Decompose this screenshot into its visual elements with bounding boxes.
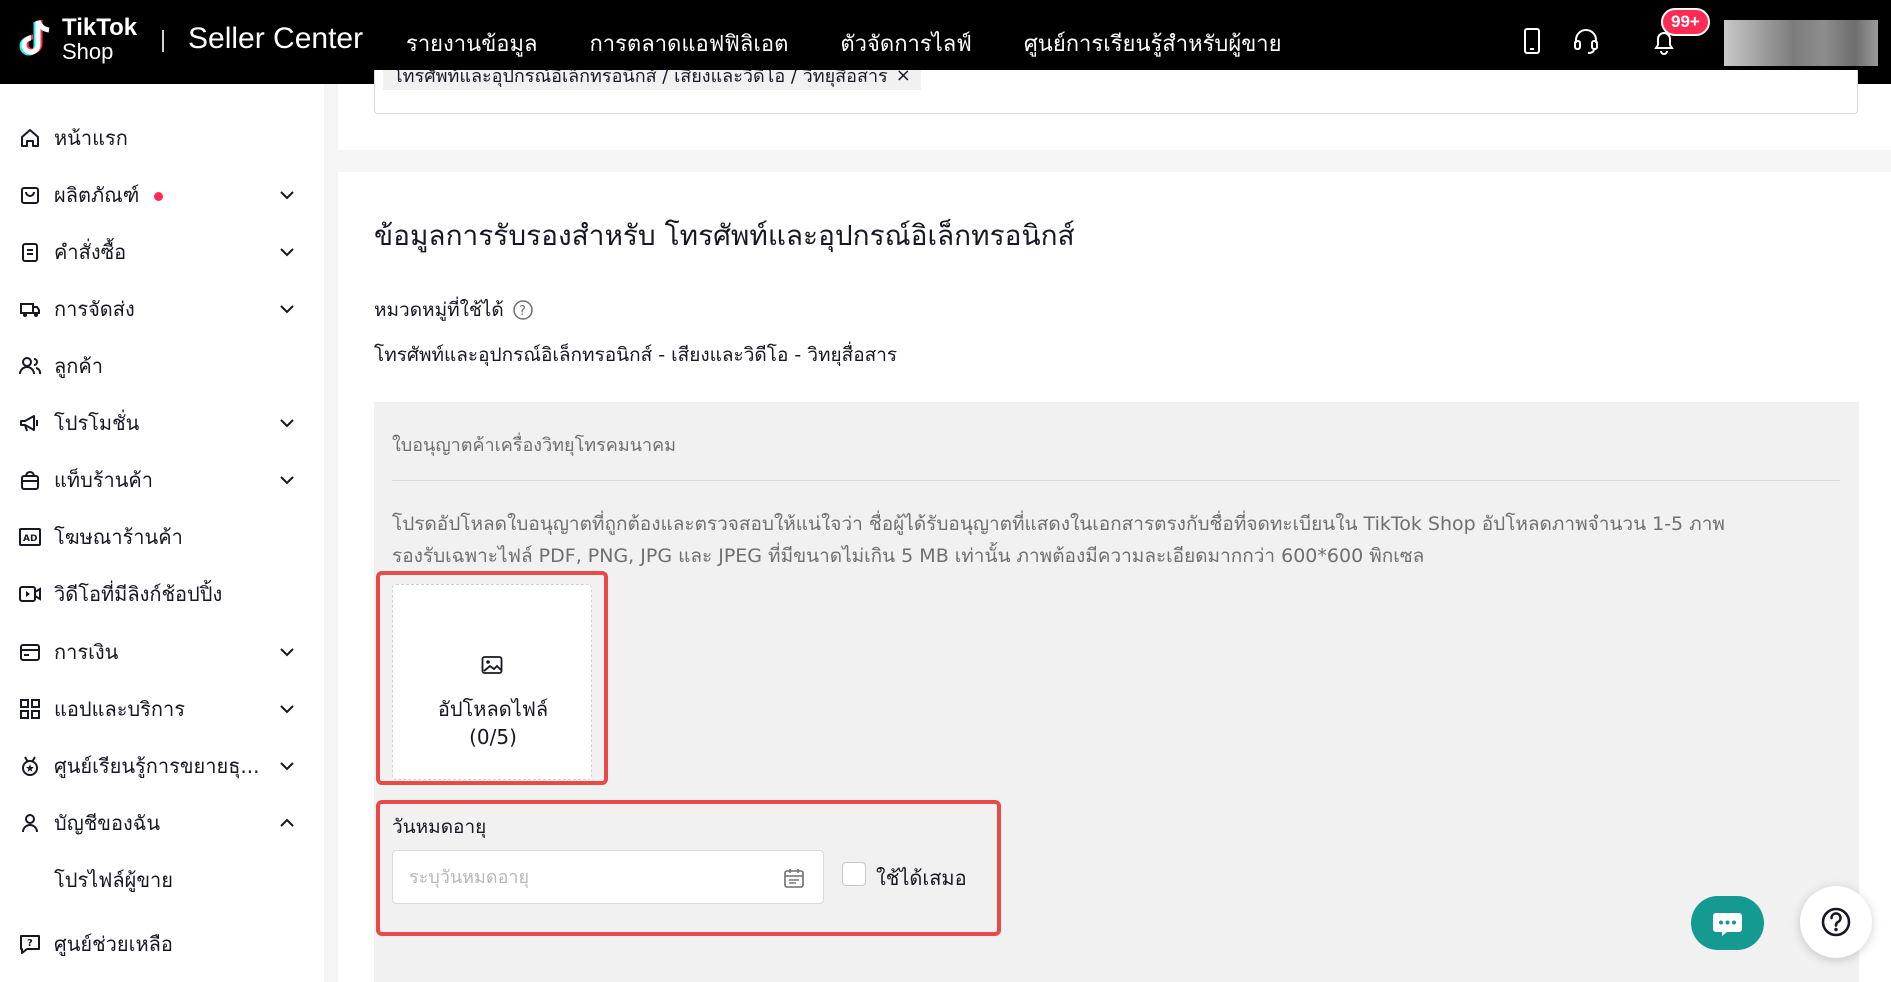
nav-data-report[interactable]: รายงานข้อมูล — [406, 26, 537, 61]
tiktok-shop-logo[interactable]: TikTok Shop — [16, 16, 137, 64]
sidebar-subitem-seller-profile[interactable]: โปรไฟล์ผู้ขาย — [0, 858, 324, 902]
sidebar-subitem-label: โปรไฟล์ผู้ขาย — [54, 868, 173, 892]
new-dot — [154, 192, 163, 201]
highlight-upload-box — [376, 571, 608, 785]
sidebar-item-label: การจัดส่ง — [54, 297, 135, 321]
chevron-down-icon — [280, 248, 294, 257]
notification-badge: 99+ — [1661, 8, 1710, 36]
sidebar-item-label: ลูกค้า — [54, 354, 103, 378]
license-description: โปรดอัปโหลดใบอนุญาตที่ถูกต้องและตรวจสอบใ… — [392, 508, 1852, 572]
section-title: ข้อมูลการรับรองสำหรับ โทรศัพท์และอุปกรณ์… — [374, 219, 1075, 252]
available-category-text: หมวดหมู่ที่ใช้ได้ — [374, 299, 504, 321]
category-tag: โทรศัพท์และอุปกรณ์อิเล็กทรอนิกส์ / เสียง… — [383, 70, 921, 90]
chevron-down-icon — [280, 191, 294, 200]
panel-divider — [392, 480, 1840, 481]
chevron-down-icon — [280, 762, 294, 771]
logo-line1: TikTok — [62, 14, 138, 41]
tiktok-logo-icon — [19, 20, 50, 56]
category-tag-label: โทรศัพท์และอุปกรณ์อิเล็กทรอนิกส์ / เสียง… — [393, 70, 888, 87]
sidebar-item-label: ผลิตภัณฑ์ — [54, 183, 140, 207]
chat-button[interactable] — [1691, 896, 1764, 950]
chevron-down-icon — [280, 705, 294, 714]
logo-line2: Shop — [62, 39, 114, 64]
account-avatar[interactable] — [1724, 20, 1878, 66]
sidebar-item-label: แอปและบริการ — [54, 697, 186, 721]
chevron-down-icon — [280, 419, 294, 428]
nav-affiliate-marketing[interactable]: การตลาดแอฟฟิลิเอต — [589, 26, 788, 61]
sidebar-item-shop-ads[interactable]: AD โฆษณาร้านค้า — [0, 515, 324, 559]
sidebar-item-my-account[interactable]: บัญชีของฉัน — [0, 801, 324, 845]
sidebar-item-growth-center[interactable]: ศูนย์เรียนรู้การขยายธุ... — [0, 744, 324, 788]
sidebar-item-label: ศูนย์ช่วยเหลือ — [54, 932, 173, 956]
video-icon — [19, 586, 41, 602]
home-icon — [21, 129, 39, 147]
available-category-value: โทรศัพท์และอุปกรณ์อิเล็กทรอนิกส์ - เสียง… — [374, 344, 898, 366]
nav-seller-university[interactable]: ศูนย์การเรียนรู้สำหรับผู้ขาย — [1024, 26, 1282, 61]
sidebar-item-label: แท็บร้านค้า — [54, 468, 154, 492]
sidebar-item-label: คำสั่งซื้อ — [54, 240, 127, 264]
user-icon — [22, 814, 38, 833]
sidebar-item-customers[interactable]: ลูกค้า — [0, 344, 324, 388]
seller-center-title: Seller Center — [188, 22, 364, 55]
sidebar-item-label: วิดีโอที่มีลิงก์ช้อปปิ้ง — [54, 582, 223, 606]
nav-live-manager[interactable]: ตัวจัดการไลฟ์ — [840, 26, 971, 61]
clipboard-icon — [22, 243, 38, 262]
help-chat-icon: ? — [20, 935, 40, 954]
top-nav: รายงานข้อมูล การตลาดแอฟฟิลิเอต ตัวจัดการ… — [406, 26, 1282, 61]
tag-close-icon[interactable]: × — [896, 70, 911, 86]
sidebar-item-label: โปรโมชั่น — [54, 411, 140, 435]
available-category-label: หมวดหมู่ที่ใช้ได้ ? — [374, 295, 534, 325]
svg-text:?: ? — [27, 938, 33, 949]
sidebar-item-label: หน้าแรก — [54, 126, 128, 150]
license-desc-line1: โปรดอัปโหลดใบอนุญาตที่ถูกต้องและตรวจสอบใ… — [392, 513, 1725, 535]
users-icon — [19, 357, 42, 375]
license-desc-line2: รองรับเฉพาะไฟล์ PDF, PNG, JPG และ JPEG ท… — [392, 545, 1425, 567]
category-select[interactable]: โทรศัพท์และอุปกรณ์อิเล็กทรอนิกส์ / เสียง… — [374, 70, 1858, 114]
sidebar-item-shoppable-videos[interactable]: วิดีโอที่มีลิงก์ช้อปปิ้ง — [0, 572, 324, 616]
phone-icon[interactable] — [1517, 26, 1547, 56]
medal-icon — [22, 756, 38, 776]
sidebar-item-shop-tab[interactable]: แท็บร้านค้า — [0, 458, 324, 502]
truck-icon — [20, 303, 40, 317]
sidebar-item-products[interactable]: ผลิตภัณฑ์ — [0, 173, 324, 217]
wallet-icon — [20, 644, 40, 661]
svg-text:AD: AD — [23, 534, 37, 544]
question-circle-icon[interactable]: ? — [512, 299, 534, 321]
store-bag-icon — [21, 471, 39, 490]
bag-icon — [21, 187, 39, 204]
chevron-down-icon — [280, 305, 294, 314]
brand-divider — [162, 30, 164, 52]
sidebar-item-home[interactable]: หน้าแรก — [0, 116, 324, 160]
headset-icon[interactable] — [1571, 26, 1601, 56]
question-mark-icon — [1821, 907, 1851, 937]
sidebar-item-promotions[interactable]: โปรโมชั่น — [0, 401, 324, 445]
sidebar-item-orders[interactable]: คำสั่งซื้อ — [0, 230, 324, 274]
chevron-down-icon — [280, 476, 294, 485]
sidebar-item-label: การเงิน — [54, 640, 119, 664]
license-title: ใบอนุญาตค้าเครื่องวิทยุโทรคมนาคม — [392, 435, 677, 456]
sidebar-item-apps-services[interactable]: แอปและบริการ — [0, 687, 324, 731]
sidebar-item-label: โฆษณาร้านค้า — [54, 525, 183, 549]
sidebar: หน้าแรก ผลิตภัณฑ์ คำสั่งซื้อ การจัดส่ง ล… — [0, 84, 324, 982]
svg-text:?: ? — [519, 304, 526, 319]
chevron-down-icon — [280, 648, 294, 657]
sidebar-item-label: บัญชีของฉัน — [54, 811, 161, 835]
chevron-up-icon — [280, 818, 294, 827]
sidebar-item-finance[interactable]: การเงิน — [0, 630, 324, 674]
sidebar-item-label: ศูนย์เรียนรู้การขยายธุ... — [54, 754, 260, 778]
chat-bubble-icon — [1713, 913, 1742, 936]
sidebar-item-shipping[interactable]: การจัดส่ง — [0, 287, 324, 331]
ad-icon: AD — [19, 528, 41, 546]
megaphone-icon — [20, 415, 38, 432]
help-button[interactable] — [1800, 886, 1872, 958]
apps-icon — [20, 699, 40, 719]
highlight-expiry-section — [376, 800, 1001, 936]
sidebar-item-help-center[interactable]: ? ศูนย์ช่วยเหลือ — [0, 922, 324, 966]
